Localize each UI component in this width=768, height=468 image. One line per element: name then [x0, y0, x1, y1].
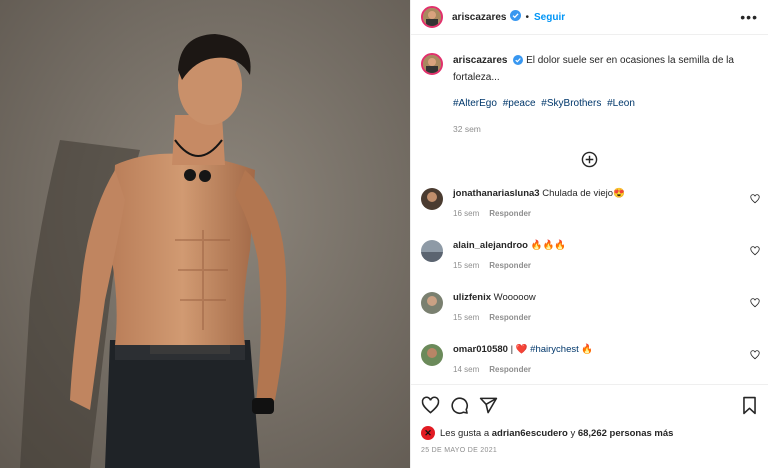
author-username[interactable]: ariscazares [452, 12, 507, 23]
caption-hashtags: #AlterEgo #peace #SkyBrothers #Leon [453, 96, 758, 111]
comment-username[interactable]: ulizfenix [453, 292, 491, 303]
likes-count[interactable]: 68,262 personas más [578, 428, 674, 439]
comment-item: ulizfenix Wooooow 15 sem Responder [421, 292, 768, 322]
caption-username[interactable]: ariscazares [453, 55, 508, 66]
reply-button[interactable]: Responder [489, 365, 531, 374]
like-comment-heart-icon[interactable] [750, 298, 760, 311]
comment-item: jonathanariasluna3 Chulada de viejo😍 16 … [421, 188, 768, 218]
comment-item: omar010580 | ❤️ #hairychest 🔥 14 sem Resp… [421, 344, 768, 374]
caption-avatar[interactable] [421, 53, 443, 75]
comment-time[interactable]: 15 sem [453, 261, 479, 270]
post-photo[interactable] [0, 0, 410, 468]
bookmark-icon[interactable] [741, 396, 758, 415]
liker-avatar[interactable]: ✕ [421, 426, 435, 440]
likes-summary: ✕ Les gusta a adrian6escudero y 68,262 p… [421, 426, 673, 440]
commenter-avatar[interactable] [421, 188, 443, 210]
follow-button[interactable]: Seguir [534, 12, 565, 23]
separator-dot: • [525, 11, 530, 23]
share-icon[interactable] [479, 396, 498, 415]
likes-prefix: Les gusta a [440, 427, 490, 439]
comment-text: Chulada de viejo [542, 188, 614, 199]
author-avatar[interactable] [421, 6, 443, 28]
action-bar [411, 384, 768, 425]
post-sidebar: ariscazares • Seguir ••• ariscazares El … [410, 0, 768, 468]
like-comment-heart-icon[interactable] [750, 350, 760, 363]
hashtag-link[interactable]: #SkyBrothers [541, 98, 601, 109]
reply-button[interactable]: Responder [489, 313, 531, 322]
comment-username[interactable]: jonathanariasluna3 [453, 188, 540, 199]
comment-item: alain_alejandroo 🔥🔥🔥 15 sem Responder [421, 240, 768, 270]
comment-text: | [510, 344, 514, 355]
comment-username[interactable]: alain_alejandroo [453, 240, 528, 251]
post-caption: ariscazares El dolor suele ser en ocasio… [411, 35, 768, 137]
commenter-avatar[interactable] [421, 240, 443, 262]
commenter-avatar[interactable] [421, 344, 443, 366]
verified-badge-icon [513, 55, 524, 70]
add-comment-icon[interactable] [411, 151, 768, 168]
comment-time[interactable]: 15 sem [453, 313, 479, 322]
comment-icon[interactable] [450, 396, 469, 415]
comment-text: Wooooow [493, 292, 536, 303]
comment-time[interactable]: 14 sem [453, 365, 479, 374]
liker-username[interactable]: adrian6escudero [492, 428, 568, 439]
post-header: ariscazares • Seguir ••• [411, 0, 768, 35]
instagram-post: ariscazares • Seguir ••• ariscazares El … [0, 0, 768, 468]
hashtag-link[interactable]: #AlterEgo [453, 98, 497, 109]
like-comment-heart-icon[interactable] [750, 246, 760, 259]
comment-emoji: ❤️ [515, 344, 528, 355]
comment-time[interactable]: 16 sem [453, 209, 479, 218]
comment-emoji: 🔥 [581, 344, 594, 355]
hashtag-link[interactable]: #Leon [607, 98, 635, 109]
reply-button[interactable]: Responder [489, 209, 531, 218]
reply-button[interactable]: Responder [489, 261, 531, 270]
comment-emoji: 😍 [613, 188, 625, 199]
commenter-avatar[interactable] [421, 292, 443, 314]
hashtag-link[interactable]: #peace [503, 98, 536, 109]
more-options-icon[interactable]: ••• [740, 9, 758, 25]
comment-username[interactable]: omar010580 [453, 344, 508, 355]
heart-icon[interactable] [421, 396, 440, 415]
post-image [0, 0, 410, 468]
likes-conj: y [570, 427, 576, 439]
comment-emoji: 🔥🔥🔥 [530, 240, 567, 251]
post-date[interactable]: 25 DE MAYO DE 2021 [421, 447, 497, 454]
verified-badge-icon [509, 10, 521, 24]
like-comment-heart-icon[interactable] [750, 194, 760, 207]
caption-time[interactable]: 32 sem [453, 122, 758, 137]
comment-hashtag[interactable]: #hairychest [530, 344, 579, 355]
